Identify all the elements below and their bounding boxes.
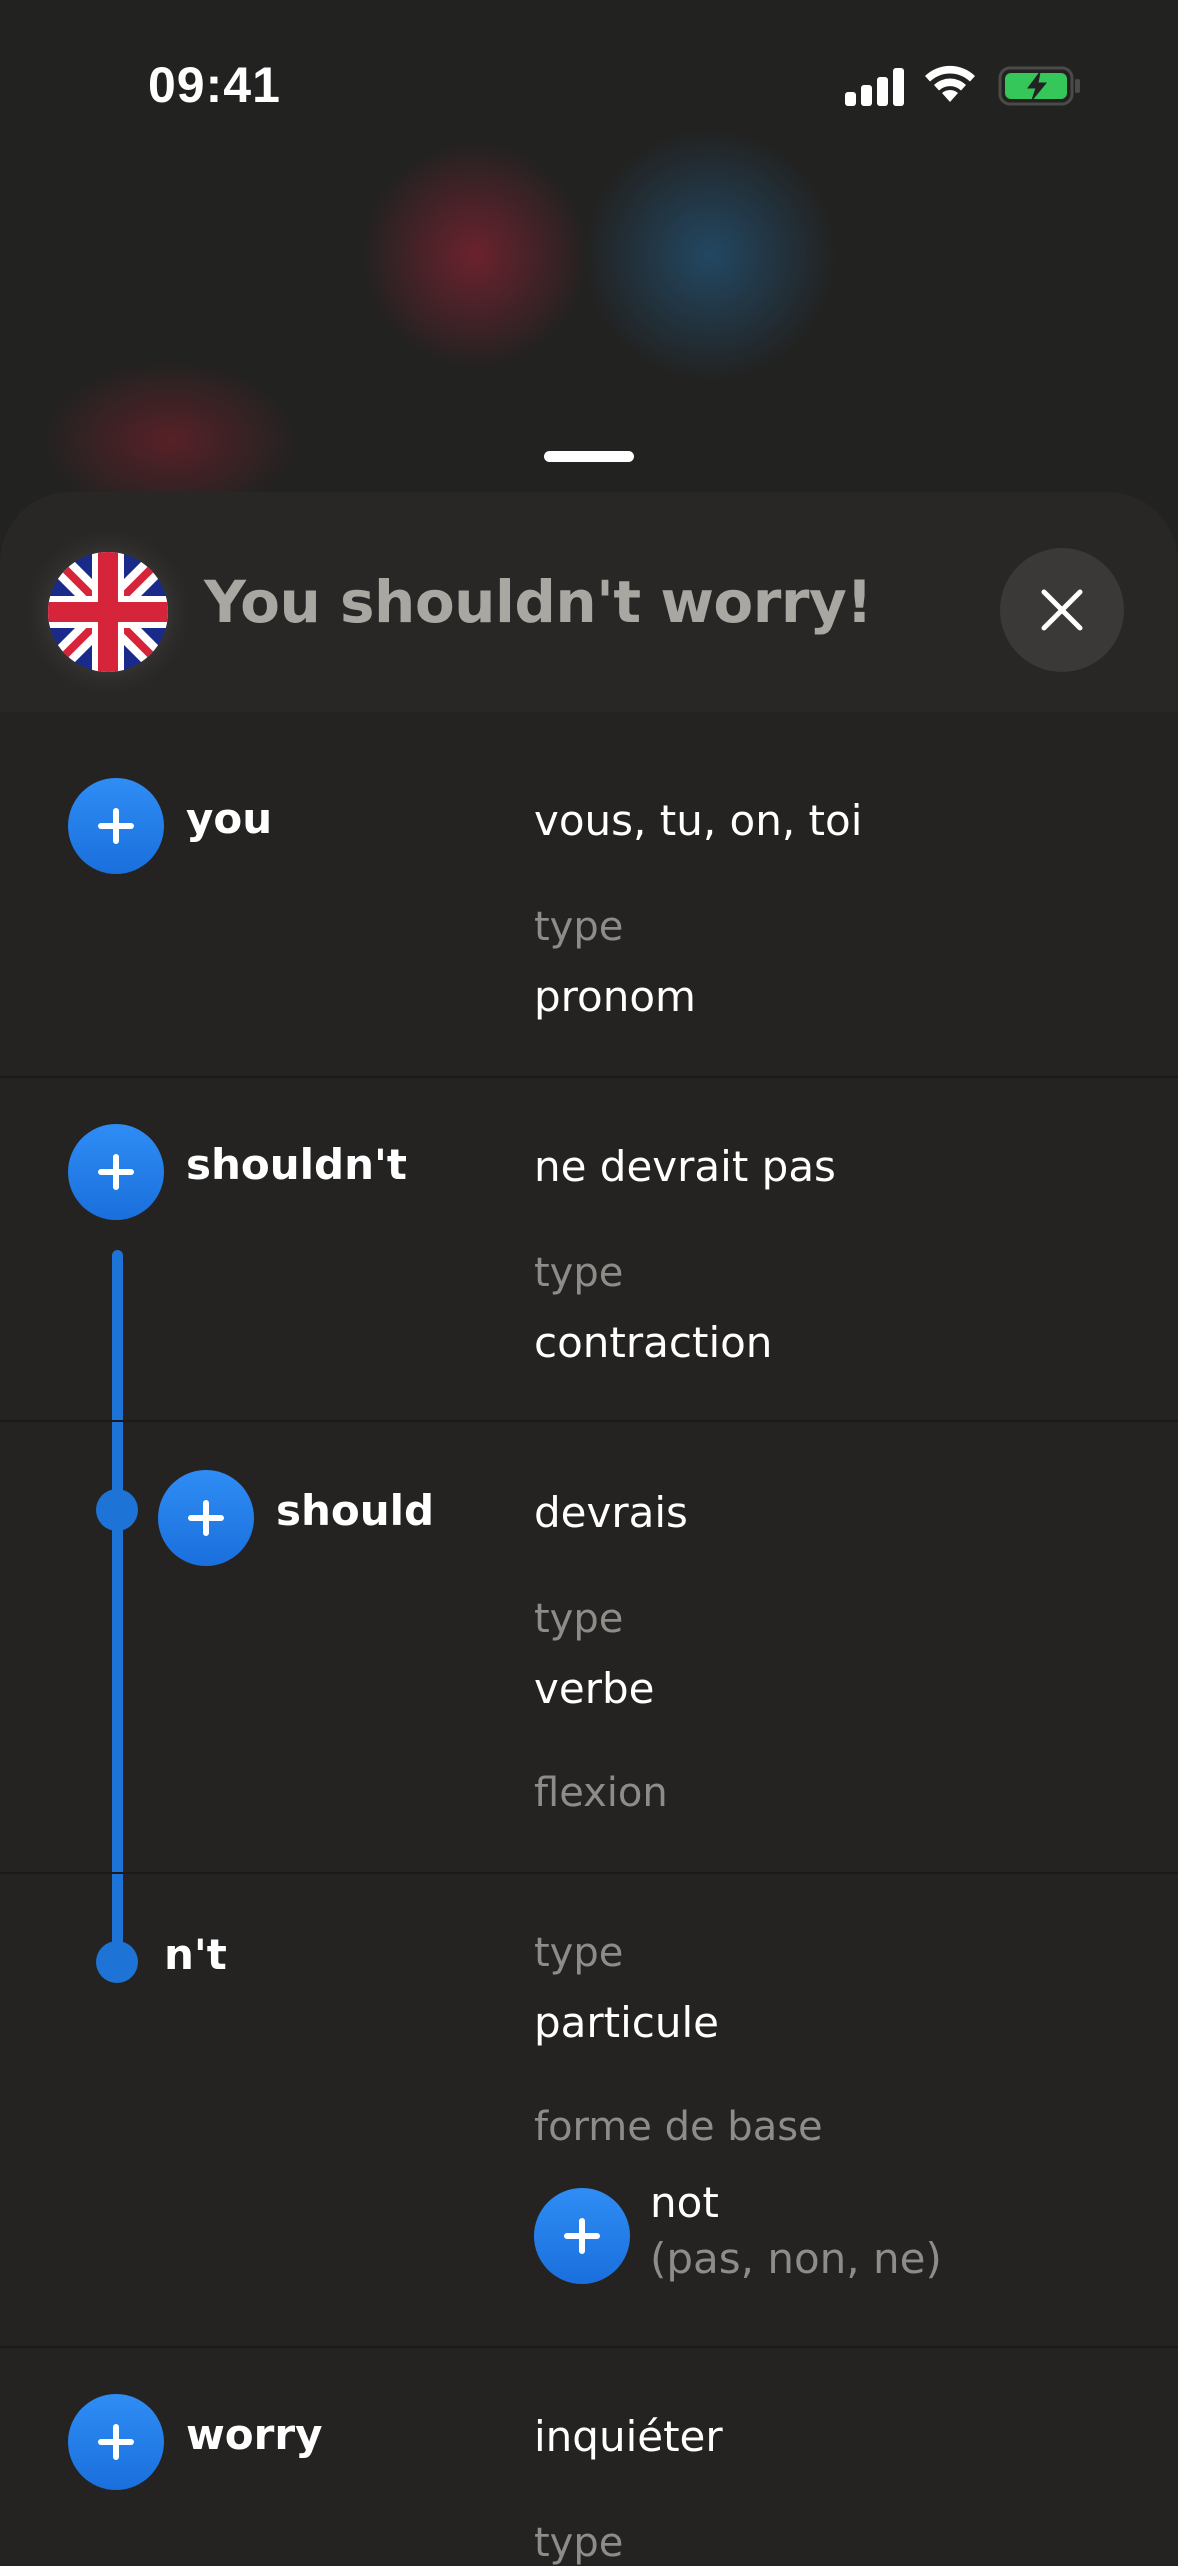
word-entry: should devrais type verbe flexion: [0, 1420, 1178, 1874]
word-entry: worry inquiéter type: [0, 2346, 1178, 2566]
plus-icon: [98, 2424, 134, 2460]
sheet-header: You shouldn't worry!: [0, 492, 1178, 712]
word-label: n't: [164, 1930, 227, 1979]
word-label: should: [276, 1486, 435, 1535]
add-base-word-button[interactable]: [534, 2188, 630, 2284]
type-value: verbe: [534, 1664, 655, 1713]
status-bar: 09:41: [0, 0, 1178, 160]
type-label: type: [534, 1250, 624, 1296]
blur-blob: [580, 130, 840, 380]
word-translation: inquiéter: [534, 2412, 723, 2461]
type-label: type: [534, 904, 624, 950]
plus-icon: [98, 808, 134, 844]
word-entry: n't type particule forme de base not (pa…: [0, 1872, 1178, 2348]
word-label: you: [186, 794, 273, 843]
base-word: not: [650, 2178, 719, 2227]
add-word-button[interactable]: [68, 778, 164, 874]
wifi-icon: [925, 65, 975, 102]
type-value: pronom: [534, 972, 696, 1021]
sheet-drag-handle[interactable]: [544, 451, 634, 462]
word-translation: devrais: [534, 1488, 688, 1537]
sentence-title: You shouldn't worry!: [204, 568, 873, 636]
type-value: contraction: [534, 1318, 773, 1367]
type-value: particule: [534, 1998, 720, 2047]
type-label: type: [534, 1596, 624, 1642]
battery-charging-icon: [998, 66, 1080, 106]
blur-blob: [360, 140, 590, 370]
type-label: type: [534, 2520, 624, 2566]
word-translation: vous, tu, on, toi: [534, 796, 863, 845]
plus-icon: [98, 1154, 134, 1190]
plus-icon: [188, 1500, 224, 1536]
add-word-button[interactable]: [68, 2394, 164, 2490]
type-label: type: [534, 1930, 624, 1976]
add-word-button[interactable]: [158, 1470, 254, 1566]
base-form-label: forme de base: [534, 2104, 823, 2150]
word-label: worry: [186, 2410, 323, 2459]
base-translation: (pas, non, ne): [650, 2234, 942, 2283]
flexion-label: flexion: [534, 1770, 668, 1816]
word-translation: ne devrait pas: [534, 1142, 836, 1191]
word-entry: shouldn't ne devrait pas type contractio…: [0, 1076, 1178, 1422]
cellular-signal-icon: [845, 66, 905, 106]
close-icon: [1041, 589, 1083, 631]
close-button[interactable]: [1000, 548, 1124, 672]
status-time: 09:41: [148, 57, 281, 113]
word-entry: you vous, tu, on, toi type pronom: [0, 712, 1178, 1074]
add-word-button[interactable]: [68, 1124, 164, 1220]
word-label: shouldn't: [186, 1140, 407, 1189]
plus-icon: [564, 2218, 600, 2254]
uk-flag-icon: [48, 552, 168, 672]
